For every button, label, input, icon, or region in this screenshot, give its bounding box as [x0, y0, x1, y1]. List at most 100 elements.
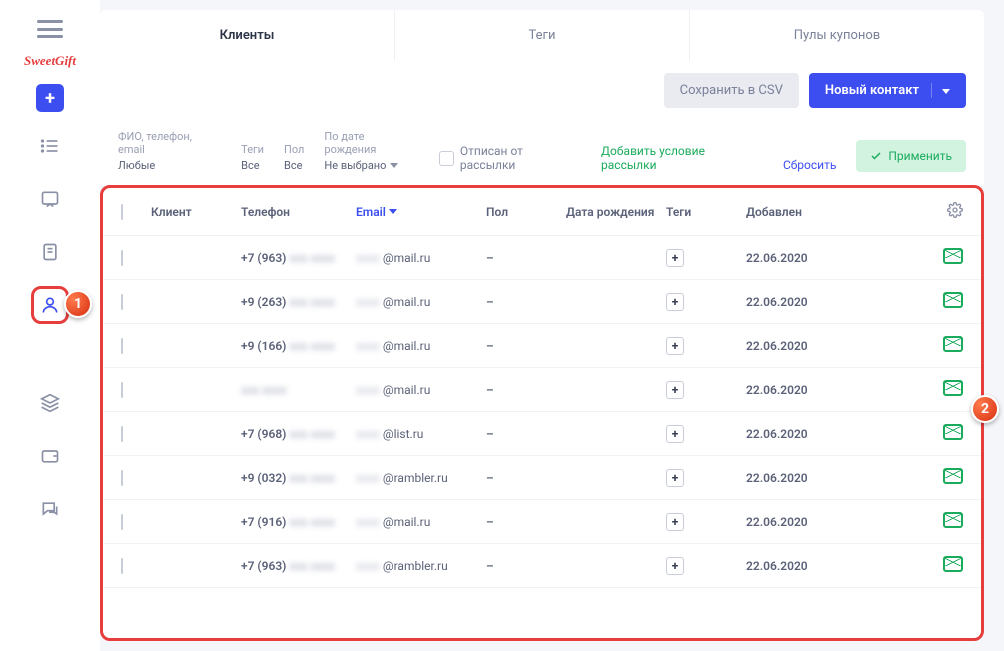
added-cell: 22.06.2020: [746, 515, 836, 529]
add-tag-button[interactable]: +: [666, 425, 684, 443]
filter-fio[interactable]: ФИО, телефон, emailЛюбые: [118, 130, 221, 172]
row-checkbox[interactable]: [121, 382, 123, 398]
email-cell: xxxx@list.ru: [356, 427, 486, 441]
header-added[interactable]: Добавлен: [746, 205, 836, 219]
email-cell: xxxx@mail.ru: [356, 295, 486, 309]
row-checkbox[interactable]: [121, 338, 123, 354]
table-row: +7 (963) xxx xxxxxxxx@rambler.ru– +22.06.…: [103, 544, 981, 588]
add-tag-button[interactable]: +: [666, 513, 684, 531]
reset-link[interactable]: Сбросить: [783, 158, 836, 172]
header-gender[interactable]: Пол: [486, 205, 566, 219]
nav-doc-icon[interactable]: [31, 233, 69, 271]
phone-cell: +9 (166) xxx xxxx: [241, 339, 356, 353]
phone-cell: +7 (963) xxx xxxx: [241, 251, 356, 265]
mail-icon[interactable]: [943, 380, 963, 396]
added-cell: 22.06.2020: [746, 295, 836, 309]
added-cell: 22.06.2020: [746, 427, 836, 441]
email-cell: xxxx@mail.ru: [356, 383, 486, 397]
callout-2: 2: [971, 395, 999, 423]
filter-birth[interactable]: По дате рожденияНе выбрано: [324, 130, 419, 172]
table-row: +9 (263) xxx xxxxxxxx@mail.ru– +22.06.202…: [103, 280, 981, 324]
table-row: +9 (166) xxx xxxxxxxx@mail.ru– +22.06.202…: [103, 324, 981, 368]
add-tag-button[interactable]: +: [666, 249, 684, 267]
table-row: +9 (032) xxx xxxxxxxx@rambler.ru–+22.06.…: [103, 456, 981, 500]
row-checkbox[interactable]: [121, 426, 123, 442]
tab-clients[interactable]: Клиенты: [100, 10, 395, 61]
row-checkbox[interactable]: [121, 294, 123, 310]
filter-gender[interactable]: ПолВсе: [284, 143, 304, 172]
mail-icon[interactable]: [943, 248, 963, 264]
filter-unsubscribed[interactable]: Отписан от рассылки: [439, 144, 581, 172]
added-cell: 22.06.2020: [746, 471, 836, 485]
settings-icon[interactable]: [947, 207, 963, 221]
header-email[interactable]: Email: [356, 205, 486, 219]
nav-layers-icon[interactable]: [31, 384, 69, 422]
add-tag-button[interactable]: +: [666, 469, 684, 487]
row-checkbox[interactable]: [121, 470, 123, 486]
add-tag-button[interactable]: +: [666, 381, 684, 399]
row-checkbox[interactable]: [121, 514, 123, 530]
email-cell: xxxx@rambler.ru: [356, 559, 486, 573]
nav-messages-icon[interactable]: [31, 490, 69, 528]
table-row: +7 (916) xxx xxxxxxxx@mail.ru– +22.06.202…: [103, 500, 981, 544]
phone-cell: +7 (968) xxx xxxx: [241, 427, 356, 441]
tab-coupons[interactable]: Пулы купонов: [690, 10, 984, 61]
new-contact-button[interactable]: Новый контакт: [809, 73, 966, 108]
callout-1: 1: [64, 290, 92, 318]
tabs: Клиенты Теги Пулы купонов: [100, 10, 984, 61]
add-condition-link[interactable]: Добавить условие рассылки: [601, 144, 763, 172]
header-birth[interactable]: Дата рождения: [566, 205, 666, 219]
apply-button[interactable]: Применить: [856, 140, 966, 172]
phone-cell: xxx xxxx: [241, 383, 356, 397]
table-row: xxx xxxxxxxx@mail.ru–+22.06.2020: [103, 368, 981, 412]
row-checkbox[interactable]: [121, 558, 123, 574]
gender-cell: –: [486, 427, 566, 441]
gender-cell: –: [486, 471, 566, 485]
header-tags[interactable]: Теги: [666, 205, 746, 219]
email-cell: xxxx@mail.ru: [356, 339, 486, 353]
header-phone[interactable]: Телефон: [241, 205, 356, 219]
add-tag-button[interactable]: +: [666, 293, 684, 311]
nav-list-icon[interactable]: [31, 127, 69, 165]
gender-cell: –: [486, 251, 566, 265]
chevron-down-icon: [931, 83, 950, 98]
email-cell: xxxx@rambler.ru: [356, 471, 486, 485]
select-all-checkbox[interactable]: [121, 204, 123, 220]
phone-cell: +7 (916) xxx xxxx: [241, 515, 356, 529]
mail-icon[interactable]: [943, 424, 963, 440]
email-cell: xxxx@mail.ru: [356, 251, 486, 265]
phone-cell: +7 (963) xxx xxxx: [241, 559, 356, 573]
row-checkbox[interactable]: [121, 250, 123, 266]
table-row: +7 (963) xxx xxxxxxxx@mail.ru– +22.06.202…: [103, 236, 981, 280]
phone-cell: +9 (263) xxx xxxx: [241, 295, 356, 309]
logo: SweetGift: [24, 53, 76, 69]
add-tag-button[interactable]: +: [666, 557, 684, 575]
mail-icon[interactable]: [943, 468, 963, 484]
gender-cell: –: [486, 559, 566, 573]
save-csv-button[interactable]: Сохранить в CSV: [664, 73, 799, 108]
mail-icon[interactable]: [943, 292, 963, 308]
add-tag-button[interactable]: +: [666, 337, 684, 355]
nav-chat-icon[interactable]: [31, 180, 69, 218]
gender-cell: –: [486, 515, 566, 529]
email-cell: xxxx@mail.ru: [356, 515, 486, 529]
mail-icon[interactable]: [943, 512, 963, 528]
chevron-down-icon: [390, 163, 398, 168]
mail-icon[interactable]: [943, 336, 963, 352]
nav-wallet-icon[interactable]: [31, 437, 69, 475]
filter-tags[interactable]: ТегиВсе: [241, 143, 264, 172]
table-row: +7 (968) xxx xxxxxxxx@list.ru– +22.06.202…: [103, 412, 981, 456]
added-cell: 22.06.2020: [746, 339, 836, 353]
header-client[interactable]: Клиент: [151, 205, 241, 219]
clients-table: Клиент Телефон Email Пол Дата рождения Т…: [100, 185, 984, 641]
added-cell: 22.06.2020: [746, 559, 836, 573]
add-button[interactable]: +: [36, 84, 64, 112]
gender-cell: –: [486, 339, 566, 353]
tab-tags[interactable]: Теги: [395, 10, 690, 61]
gender-cell: –: [486, 295, 566, 309]
menu-toggle[interactable]: [37, 20, 63, 38]
added-cell: 22.06.2020: [746, 251, 836, 265]
mail-icon[interactable]: [943, 556, 963, 572]
gender-cell: –: [486, 383, 566, 397]
sort-icon: [389, 209, 397, 214]
